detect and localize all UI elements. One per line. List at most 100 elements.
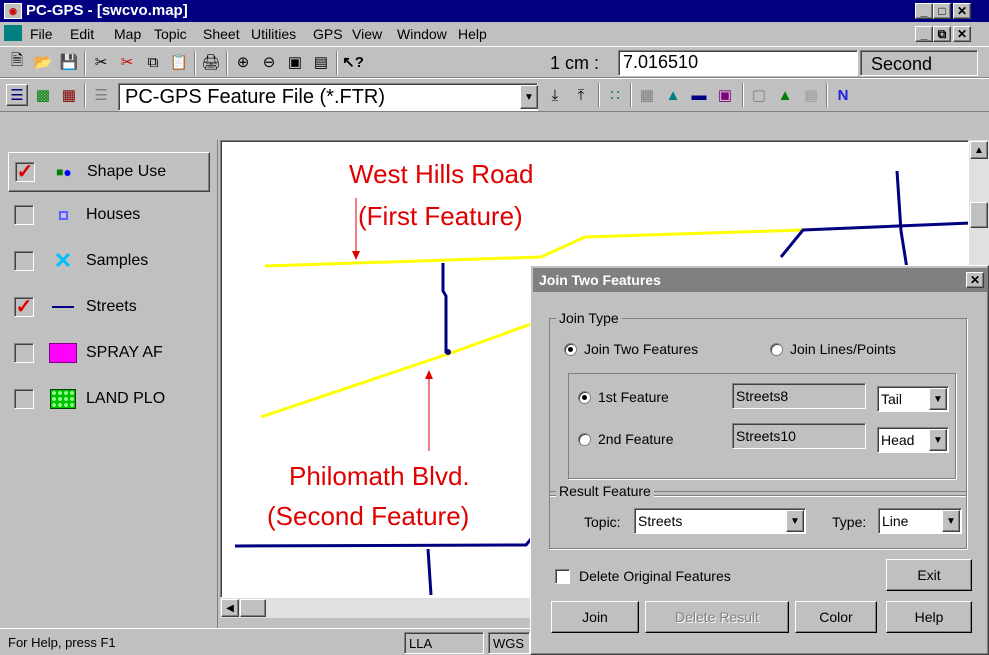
bands-icon[interactable]: ▬ bbox=[688, 84, 710, 106]
topic-select[interactable]: Streets ▼ bbox=[634, 508, 806, 534]
menu-utilities[interactable]: Utilities bbox=[251, 26, 296, 42]
layer-panel: ✓ ■ ● Shape Use Houses ✕ Samples ✓ Street… bbox=[0, 140, 218, 628]
horizontal-scrollbar[interactable]: ◀ bbox=[220, 598, 530, 618]
dropdown-arrow-icon[interactable]: ▼ bbox=[929, 388, 947, 410]
topic-value: Streets bbox=[638, 513, 683, 529]
delete-original-label[interactable]: Delete Original Features bbox=[579, 568, 731, 584]
menu-edit[interactable]: Edit bbox=[70, 26, 94, 42]
window-title: PC-GPS - [swcvo.map] bbox=[26, 2, 188, 19]
layer-row[interactable]: SPRAY AF bbox=[8, 332, 210, 374]
delete-result-button[interactable]: Delete Result bbox=[645, 601, 789, 633]
layer-row[interactable]: ✓ ■ ● Shape Use bbox=[8, 152, 210, 192]
layer-checkbox[interactable] bbox=[14, 251, 34, 271]
cut-feature-icon[interactable]: ✂ bbox=[116, 51, 138, 73]
new-file-icon[interactable]: 🗎 bbox=[6, 51, 28, 73]
camera-icon[interactable]: ▢ bbox=[748, 84, 770, 106]
paste-icon[interactable]: 📋 bbox=[168, 51, 190, 73]
cut-icon[interactable]: ✂ bbox=[90, 51, 112, 73]
layer-checkbox[interactable] bbox=[14, 389, 34, 409]
menu-file[interactable]: File bbox=[30, 26, 53, 42]
list-view-icon[interactable]: ☰ bbox=[6, 84, 28, 106]
import-icon[interactable]: ⤓ bbox=[544, 84, 566, 106]
menu-gps[interactable]: GPS bbox=[313, 26, 343, 42]
layer-label: Streets bbox=[86, 298, 137, 315]
zoom-full-icon[interactable]: ▤ bbox=[310, 51, 332, 73]
first-feature-radio[interactable] bbox=[578, 391, 591, 404]
type-select[interactable]: Line ▼ bbox=[878, 508, 962, 534]
dropdown-arrow-icon[interactable]: ▼ bbox=[786, 510, 804, 532]
lines-icon[interactable]: ☰ bbox=[90, 84, 112, 106]
help-button[interactable]: Help bbox=[886, 601, 972, 633]
polyline-icon[interactable]: N bbox=[832, 84, 854, 106]
area-icon[interactable]: ▲ bbox=[662, 84, 684, 106]
second-end-select[interactable]: Head ▼ bbox=[877, 427, 949, 453]
layer-checkbox[interactable] bbox=[14, 343, 34, 363]
zoom-in-icon[interactable]: ⊕ bbox=[232, 51, 254, 73]
first-feature-field[interactable]: Streets8 bbox=[732, 383, 866, 409]
dialog-close-icon[interactable]: ✕ bbox=[966, 272, 984, 288]
dropdown-arrow-icon[interactable]: ▼ bbox=[929, 429, 947, 451]
layer-row[interactable]: ✓ Streets bbox=[8, 286, 210, 328]
scroll-thumb[interactable] bbox=[240, 599, 266, 617]
first-feature-label[interactable]: 1st Feature bbox=[598, 389, 669, 405]
join-two-features-label[interactable]: Join Two Features bbox=[584, 341, 698, 357]
feature-toolbar: ☰ ▩ ▦ ☰ PC-GPS Feature File (*.FTR) ▼ ⤓ … bbox=[0, 78, 989, 112]
layer-checkbox[interactable]: ✓ bbox=[14, 297, 34, 317]
menu-topic[interactable]: Topic bbox=[154, 26, 187, 42]
delete-original-checkbox[interactable] bbox=[555, 569, 570, 584]
child-restore-icon[interactable]: ⧉ bbox=[933, 26, 951, 42]
app-icon[interactable]: ◉ bbox=[4, 3, 22, 19]
status-datum: WGS bbox=[488, 632, 530, 654]
close-icon[interactable]: ✕ bbox=[953, 3, 971, 19]
second-feature-label[interactable]: 2nd Feature bbox=[598, 431, 674, 447]
table-view-icon[interactable]: ▦ bbox=[58, 84, 80, 106]
exit-button[interactable]: Exit bbox=[886, 559, 972, 591]
second-feature-field[interactable]: Streets10 bbox=[732, 423, 866, 449]
color-button[interactable]: Color bbox=[795, 601, 877, 633]
menu-sheet[interactable]: Sheet bbox=[203, 26, 240, 42]
open-folder-icon[interactable]: 📂 bbox=[32, 51, 54, 73]
menu-window[interactable]: Window bbox=[397, 26, 447, 42]
layer-row[interactable]: ✕ Samples bbox=[8, 240, 210, 282]
layer-row[interactable]: Houses bbox=[8, 194, 210, 236]
grid-icon[interactable]: ▦ bbox=[800, 84, 822, 106]
zoom-out-icon[interactable]: ⊖ bbox=[258, 51, 280, 73]
chart-icon[interactable]: ▲ bbox=[774, 84, 796, 106]
scale-input[interactable]: 7.016510 bbox=[618, 50, 858, 76]
profile-icon[interactable]: ▦ bbox=[636, 84, 658, 106]
scroll-up-icon[interactable]: ▲ bbox=[970, 141, 988, 159]
menu-view[interactable]: View bbox=[352, 26, 382, 42]
filetype-select[interactable]: PC-GPS Feature File (*.FTR) bbox=[118, 83, 538, 111]
first-end-select[interactable]: Tail ▼ bbox=[877, 386, 949, 412]
scroll-left-icon[interactable]: ◀ bbox=[221, 599, 239, 617]
feature-tool-icon[interactable]: ∷ bbox=[604, 84, 626, 106]
dropdown-arrow-icon[interactable]: ▼ bbox=[942, 510, 960, 532]
join-button[interactable]: Join bbox=[551, 601, 639, 633]
second-feature-radio[interactable] bbox=[578, 433, 591, 446]
save-icon[interactable]: 💾 bbox=[58, 51, 80, 73]
unit-field[interactable]: Second bbox=[860, 50, 978, 76]
sample-cross-icon: ✕ bbox=[53, 248, 73, 273]
layer-row[interactable]: LAND PLO bbox=[8, 378, 210, 420]
image-icon[interactable]: ▣ bbox=[714, 84, 736, 106]
layer-view-icon[interactable]: ▩ bbox=[32, 84, 54, 106]
minimize-icon[interactable]: _ bbox=[915, 3, 933, 19]
export-icon[interactable]: ⤒ bbox=[570, 84, 592, 106]
document-icon[interactable] bbox=[4, 25, 22, 41]
print-icon[interactable]: 🖨 bbox=[200, 51, 222, 73]
copy-icon[interactable]: ⧉ bbox=[142, 51, 164, 73]
context-help-icon[interactable]: ↖? bbox=[342, 51, 364, 73]
join-lines-points-radio[interactable] bbox=[770, 343, 783, 356]
join-lines-points-label[interactable]: Join Lines/Points bbox=[790, 341, 896, 357]
join-two-features-radio[interactable] bbox=[564, 343, 577, 356]
layer-checkbox[interactable] bbox=[14, 205, 34, 225]
zoom-extent-icon[interactable]: ▣ bbox=[284, 51, 306, 73]
layer-checkbox[interactable]: ✓ bbox=[15, 162, 35, 182]
child-minimize-icon[interactable]: _ bbox=[915, 26, 933, 42]
menu-help[interactable]: Help bbox=[458, 26, 487, 42]
child-close-icon[interactable]: ✕ bbox=[953, 26, 971, 42]
menu-map[interactable]: Map bbox=[114, 26, 141, 42]
scroll-thumb[interactable] bbox=[970, 202, 988, 228]
maximize-icon[interactable]: □ bbox=[933, 3, 951, 19]
filetype-dropdown-icon[interactable]: ▼ bbox=[520, 85, 538, 109]
